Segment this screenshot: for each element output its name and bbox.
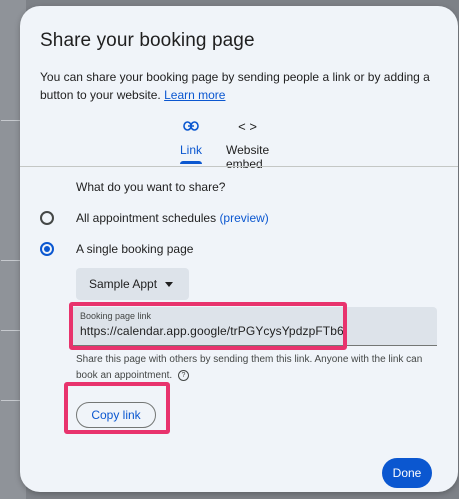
radio-single-page[interactable] — [40, 242, 54, 256]
option-all-schedules-text: All appointment schedules (preview) — [76, 211, 269, 225]
code-icon: < > — [238, 119, 257, 134]
done-button[interactable]: Done — [382, 458, 432, 488]
preview-link[interactable]: (preview) — [219, 211, 268, 225]
booking-link-field[interactable]: Booking page link https://calendar.app.g… — [70, 307, 437, 346]
option-single-page[interactable]: A single booking page — [40, 242, 193, 256]
link-icon — [183, 118, 199, 136]
dropdown-arrow-icon — [165, 282, 173, 287]
share-question: What do you want to share? — [76, 180, 226, 194]
booking-page-select-value: Sample Appt — [89, 277, 158, 291]
radio-all-schedules[interactable] — [40, 211, 54, 225]
helper-text-content: Share this page with others by sending t… — [76, 354, 423, 381]
helper-text: Share this page with others by sending t… — [76, 352, 436, 384]
description-text: You can share your booking page by sendi… — [40, 70, 430, 102]
option-single-page-label: A single booking page — [76, 242, 194, 256]
option-all-schedules-label: All appointment schedules — [76, 211, 217, 225]
dialog-title: Share your booking page — [40, 30, 255, 51]
option-all-schedules[interactable]: All appointment schedules (preview) — [40, 211, 269, 225]
tab-link[interactable]: Link — [180, 118, 202, 164]
share-booking-dialog: Share your booking page You can share yo… — [20, 6, 458, 492]
dialog-description: You can share your booking page by sendi… — [40, 68, 430, 104]
tabs-divider — [20, 166, 458, 167]
learn-more-link[interactable]: Learn more — [164, 88, 225, 102]
copy-link-button[interactable]: Copy link — [76, 402, 156, 428]
booking-link-label: Booking page link — [80, 311, 152, 321]
tab-website-embed[interactable]: < > Website embed — [226, 118, 269, 171]
booking-link-value[interactable]: https://calendar.app.google/trPGYcysYpdz… — [80, 324, 344, 338]
help-icon[interactable]: ? — [177, 369, 189, 381]
booking-page-select[interactable]: Sample Appt — [76, 268, 189, 300]
tab-link-label: Link — [180, 143, 203, 157]
